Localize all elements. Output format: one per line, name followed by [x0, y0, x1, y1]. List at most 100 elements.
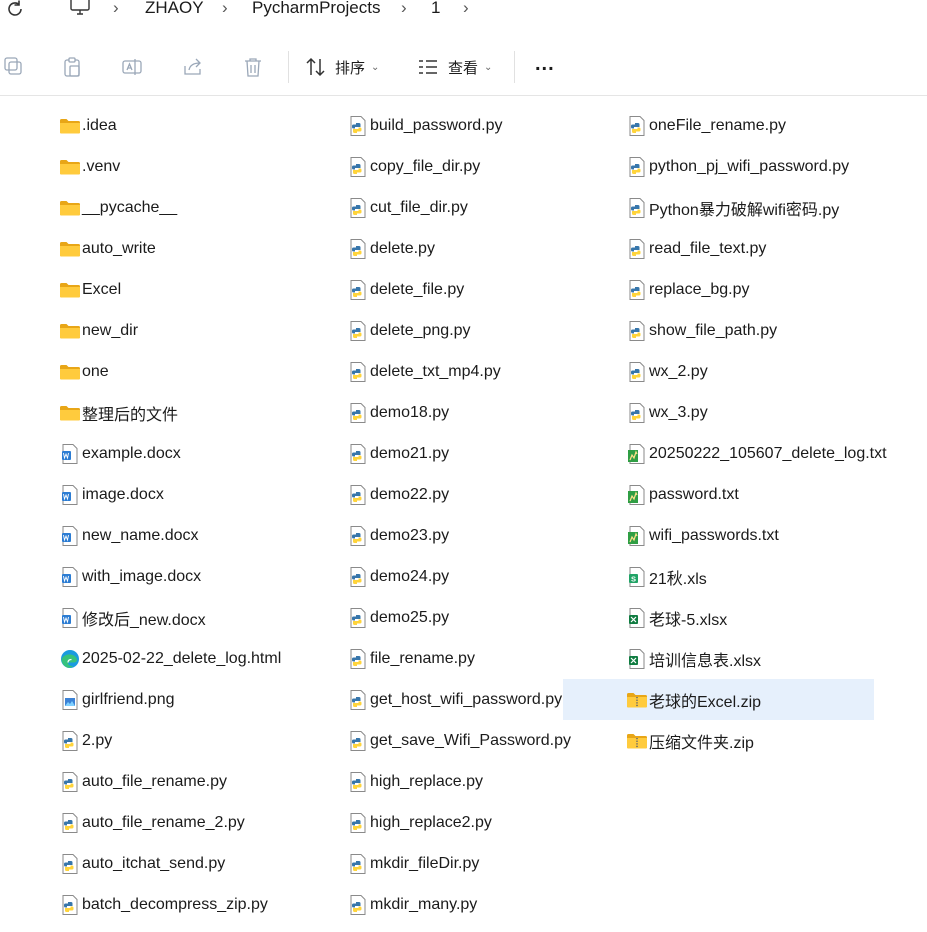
delete-icon[interactable] [242, 56, 264, 78]
breadcrumb-current-folder[interactable]: 1 [431, 0, 440, 16]
file-item[interactable]: example.docx [59, 433, 281, 474]
file-name: get_save_Wifi_Password.py [370, 731, 571, 749]
python-file-icon [350, 156, 366, 177]
file-name: __pycache__ [82, 198, 178, 216]
file-item[interactable]: auto_file_rename.py [59, 761, 281, 802]
file-item[interactable]: demo24.py [347, 556, 571, 597]
folder-item[interactable]: 整理后的文件 [59, 392, 281, 433]
file-item[interactable]: 2.py [59, 720, 281, 761]
folder-item[interactable]: Excel [59, 269, 281, 310]
file-name: batch_decompress_zip.py [82, 895, 268, 913]
file-item[interactable]: get_host_wifi_password.py [347, 679, 571, 720]
image-file-icon [62, 689, 78, 710]
file-item[interactable]: read_file_text.py [626, 228, 887, 269]
file-name: .venv [82, 157, 121, 175]
file-name: auto_file_rename_2.py [82, 813, 245, 831]
rename-icon[interactable] [121, 56, 143, 78]
file-item[interactable]: demo21.py [347, 433, 571, 474]
file-item[interactable]: demo25.py [347, 597, 571, 638]
share-icon[interactable] [182, 56, 204, 78]
breadcrumb-chevron-icon[interactable]: › [401, 0, 407, 16]
file-name: with_image.docx [82, 567, 202, 585]
folder-item[interactable]: .venv [59, 146, 281, 187]
file-item[interactable]: show_file_path.py [626, 310, 887, 351]
file-item[interactable]: copy_file_dir.py [347, 146, 571, 187]
file-item[interactable]: delete.py [347, 228, 571, 269]
file-item[interactable]: delete_file.py [347, 269, 571, 310]
python-file-icon [629, 402, 645, 423]
file-item[interactable]: password.txt [626, 474, 887, 515]
file-item[interactable]: mkdir_many.py [347, 884, 571, 925]
file-item[interactable]: delete_png.py [347, 310, 571, 351]
file-item[interactable]: 2025-02-22_delete_log.html [59, 638, 281, 679]
file-item[interactable]: S 21秋.xls [626, 556, 887, 597]
folder-item[interactable]: one [59, 351, 281, 392]
file-item[interactable]: high_replace2.py [347, 802, 571, 843]
view-button[interactable]: 查看 ⌄ [417, 53, 492, 81]
breadcrumb-chevron-icon[interactable]: › [463, 0, 469, 16]
file-item[interactable]: image.docx [59, 474, 281, 515]
file-item[interactable]: wifi_passwords.txt [626, 515, 887, 556]
python-file-icon [350, 361, 366, 382]
folder-item[interactable]: new_dir [59, 310, 281, 351]
breadcrumb-chevron-icon[interactable]: › [222, 0, 228, 16]
file-item[interactable]: 老球-5.xlsx [626, 597, 887, 638]
python-file-icon [350, 812, 366, 833]
file-item[interactable]: new_name.docx [59, 515, 281, 556]
python-file-icon [350, 648, 366, 669]
file-name: password.txt [649, 485, 739, 503]
word-doc-icon [62, 607, 78, 628]
python-file-icon [62, 853, 78, 874]
breadcrumb-chevron-icon[interactable]: › [113, 0, 119, 16]
file-item[interactable]: build_password.py [347, 105, 571, 146]
file-name: wifi_passwords.txt [649, 526, 779, 544]
folder-item[interactable]: .idea [59, 105, 281, 146]
breadcrumb-zhaoy[interactable]: ZHAOY [145, 0, 204, 16]
paste-icon[interactable] [61, 56, 83, 78]
file-item[interactable]: high_replace.py [347, 761, 571, 802]
file-name: 21秋.xls [649, 570, 707, 588]
sort-button[interactable]: 排序 ⌄ [305, 53, 379, 81]
file-item[interactable]: batch_decompress_zip.py [59, 884, 281, 925]
python-file-icon [62, 771, 78, 792]
file-item[interactable]: wx_2.py [626, 351, 887, 392]
file-item[interactable]: replace_bg.py [626, 269, 887, 310]
breadcrumb-pycharmprojects[interactable]: PycharmProjects [252, 0, 380, 16]
file-item[interactable]: cut_file_dir.py [347, 187, 571, 228]
file-item[interactable]: Python暴力破解wifi密码.py [626, 187, 887, 228]
more-options-button[interactable]: ... [535, 50, 555, 78]
file-item[interactable]: get_save_Wifi_Password.py [347, 720, 571, 761]
folder-item[interactable]: auto_write [59, 228, 281, 269]
file-item[interactable]: auto_file_rename_2.py [59, 802, 281, 843]
file-item[interactable]: demo23.py [347, 515, 571, 556]
python-file-icon [350, 894, 366, 915]
folder-item[interactable]: __pycache__ [59, 187, 281, 228]
file-name: demo21.py [370, 444, 450, 462]
file-item[interactable]: 20250222_105607_delete_log.txt [626, 433, 887, 474]
file-column-1: .idea .venv __pycache__ auto_write Excel new_… [59, 105, 281, 925]
file-item[interactable]: oneFile_rename.py [626, 105, 887, 146]
file-item[interactable]: wx_3.py [626, 392, 887, 433]
folder-icon [60, 323, 80, 338]
file-item[interactable]: girlfriend.png [59, 679, 281, 720]
copy-icon[interactable] [3, 56, 25, 78]
file-item[interactable]: 老球的Excel.zip [563, 679, 887, 720]
file-item[interactable]: demo22.py [347, 474, 571, 515]
file-item[interactable]: 修改后_new.docx [59, 597, 281, 638]
file-item[interactable]: 培训信息表.xlsx [626, 638, 887, 679]
file-item[interactable]: file_rename.py [347, 638, 571, 679]
python-file-icon [350, 566, 366, 587]
file-name: oneFile_rename.py [649, 116, 786, 134]
file-item[interactable]: delete_txt_mp4.py [347, 351, 571, 392]
file-name: delete_file.py [370, 280, 465, 298]
file-item[interactable]: with_image.docx [59, 556, 281, 597]
file-item[interactable]: auto_itchat_send.py [59, 843, 281, 884]
refresh-icon[interactable] [4, 0, 26, 20]
file-item[interactable]: demo18.py [347, 392, 571, 433]
file-name: one [82, 362, 109, 380]
file-name: auto_write [82, 239, 156, 257]
file-item[interactable]: 压缩文件夹.zip [626, 720, 887, 761]
file-name: delete.py [370, 239, 435, 257]
file-item[interactable]: python_pj_wifi_password.py [626, 146, 887, 187]
file-item[interactable]: mkdir_fileDir.py [347, 843, 571, 884]
